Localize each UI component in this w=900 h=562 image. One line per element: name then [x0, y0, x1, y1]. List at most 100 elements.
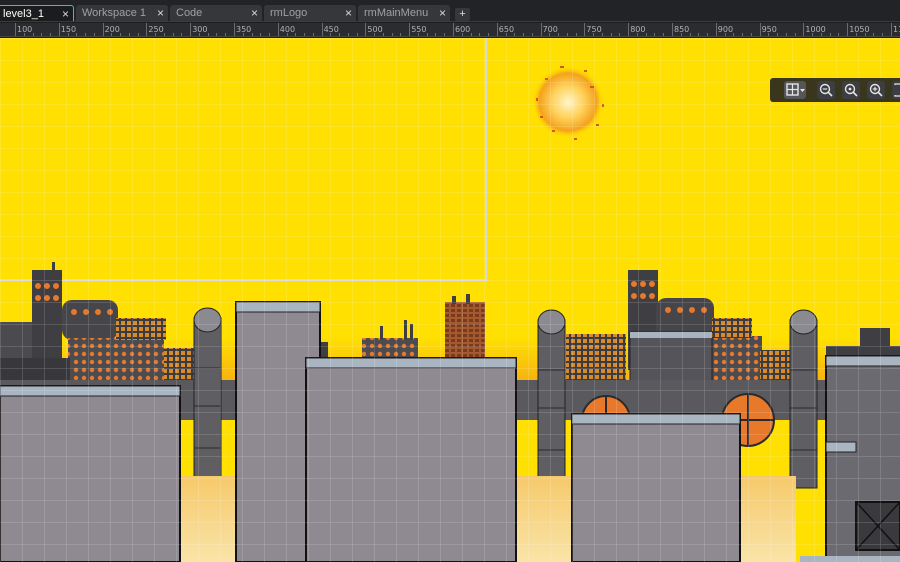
ruler-tick — [628, 23, 630, 36]
ruler-minor-tick — [750, 33, 752, 36]
close-icon[interactable]: × — [62, 6, 69, 21]
ruler-minor-tick — [575, 33, 577, 36]
ruler-tick — [146, 23, 148, 36]
ruler-minor-tick — [566, 33, 568, 36]
ruler-minor-tick — [76, 33, 78, 36]
ruler-minor-tick — [400, 33, 402, 36]
tab-code[interactable]: Code × — [170, 5, 262, 21]
ruler-minor-tick — [864, 33, 866, 36]
ruler-minor-tick — [67, 33, 69, 36]
ruler-minor-tick — [873, 33, 875, 36]
ruler-tick — [365, 23, 367, 36]
ruler-tick — [803, 23, 805, 36]
close-icon[interactable]: × — [251, 5, 258, 21]
zoom-out-button[interactable] — [817, 81, 835, 99]
ruler-tick — [321, 23, 323, 36]
ruler-tick — [584, 23, 586, 36]
ruler-minor-tick — [312, 33, 314, 36]
ruler-minor-tick — [242, 33, 244, 36]
ruler-minor-tick — [601, 33, 603, 36]
tab-label: level3_1 — [3, 8, 44, 20]
zoom-out-icon — [819, 83, 833, 97]
ruler-minor-tick — [391, 33, 393, 36]
tab-workspace-1[interactable]: Workspace 1 × — [76, 5, 168, 21]
ruler-minor-tick — [549, 33, 551, 36]
ruler-minor-tick — [523, 33, 525, 36]
add-tab-button[interactable]: + — [455, 8, 470, 21]
room-editor-canvas[interactable] — [0, 38, 900, 562]
fit-view-button[interactable] — [892, 81, 900, 99]
close-icon[interactable]: × — [157, 5, 164, 21]
ruler-minor-tick — [689, 33, 691, 36]
ruler-minor-tick — [172, 33, 174, 36]
ruler-minor-tick — [304, 33, 306, 36]
ruler-minor-tick — [812, 33, 814, 36]
ruler-tick — [540, 23, 542, 36]
ruler-minor-tick — [820, 33, 822, 36]
ruler-tick — [102, 23, 104, 36]
ruler-tick — [672, 23, 673, 36]
ruler-minor-tick — [23, 33, 25, 36]
ruler-minor-tick — [461, 33, 463, 36]
ruler-minor-tick — [286, 33, 288, 36]
ruler-tick — [277, 23, 279, 36]
room-view — [0, 38, 900, 562]
close-icon[interactable]: × — [345, 5, 352, 21]
ruler-minor-tick — [374, 33, 376, 36]
ruler-minor-tick — [50, 33, 52, 36]
ruler-minor-tick — [531, 33, 533, 36]
zoom-reset-icon — [844, 83, 858, 97]
fit-view-icon — [894, 83, 900, 97]
document-tab-bar: level3_1 × Workspace 1 × Code × rmLogo ×… — [0, 0, 900, 22]
zoom-reset-button[interactable] — [842, 81, 860, 99]
tab-label: Workspace 1 — [82, 7, 146, 19]
ruler-minor-tick — [514, 33, 516, 36]
ruler-minor-tick — [111, 33, 113, 36]
ruler-minor-tick — [558, 33, 560, 36]
ruler-minor-tick — [120, 33, 122, 36]
ruler-minor-tick — [838, 33, 840, 36]
ruler-tick — [453, 23, 454, 36]
ruler-minor-tick — [216, 33, 218, 36]
ruler-minor-tick — [855, 33, 857, 36]
ruler-minor-tick — [435, 33, 437, 36]
ruler-minor-tick — [882, 33, 884, 36]
ruler-minor-tick — [742, 33, 744, 36]
grid-toggle-icon — [786, 83, 805, 96]
ruler-minor-tick — [155, 33, 157, 36]
ruler-minor-tick — [680, 33, 682, 36]
tab-label: rmMainMenu — [364, 7, 429, 19]
ruler-tick — [759, 23, 761, 36]
zoom-in-button[interactable] — [867, 81, 885, 99]
tab-rmmainmenu[interactable]: rmMainMenu × — [358, 5, 450, 21]
zoom-in-icon — [869, 83, 883, 97]
ruler-tick — [409, 23, 411, 36]
ruler-tick — [496, 23, 498, 36]
ruler-minor-tick — [260, 33, 262, 36]
ruler-tick — [891, 23, 892, 36]
ruler-minor-tick — [330, 33, 332, 36]
grid-toggle-button[interactable] — [784, 81, 806, 99]
ruler-tick — [190, 23, 192, 36]
tab-rmlogo[interactable]: rmLogo × — [264, 5, 356, 21]
zoom-toolbar — [770, 78, 900, 102]
ruler-minor-tick — [426, 33, 428, 36]
ruler-minor-tick — [593, 33, 595, 36]
ruler-minor-tick — [707, 33, 709, 36]
horizontal-ruler: 100 150 200 250 300 350 400 450 500 550 600 650 700 7… — [0, 23, 900, 37]
ruler-minor-tick — [225, 33, 227, 36]
ruler-minor-tick — [645, 33, 647, 36]
ruler-minor-tick — [698, 33, 700, 36]
ruler-minor-tick — [339, 33, 341, 36]
ruler-minor-tick — [269, 33, 271, 36]
ruler-minor-tick — [128, 33, 130, 36]
close-icon[interactable]: × — [439, 5, 446, 21]
ruler-tick — [234, 23, 235, 36]
ruler-minor-tick — [488, 33, 490, 36]
ruler-minor-tick — [829, 33, 831, 36]
ruler-minor-tick — [610, 33, 612, 36]
tab-label: Code — [176, 7, 203, 19]
tab-level3-1[interactable]: level3_1 × — [0, 5, 74, 21]
tab-label: rmLogo — [270, 7, 308, 19]
ruler-minor-tick — [724, 33, 726, 36]
